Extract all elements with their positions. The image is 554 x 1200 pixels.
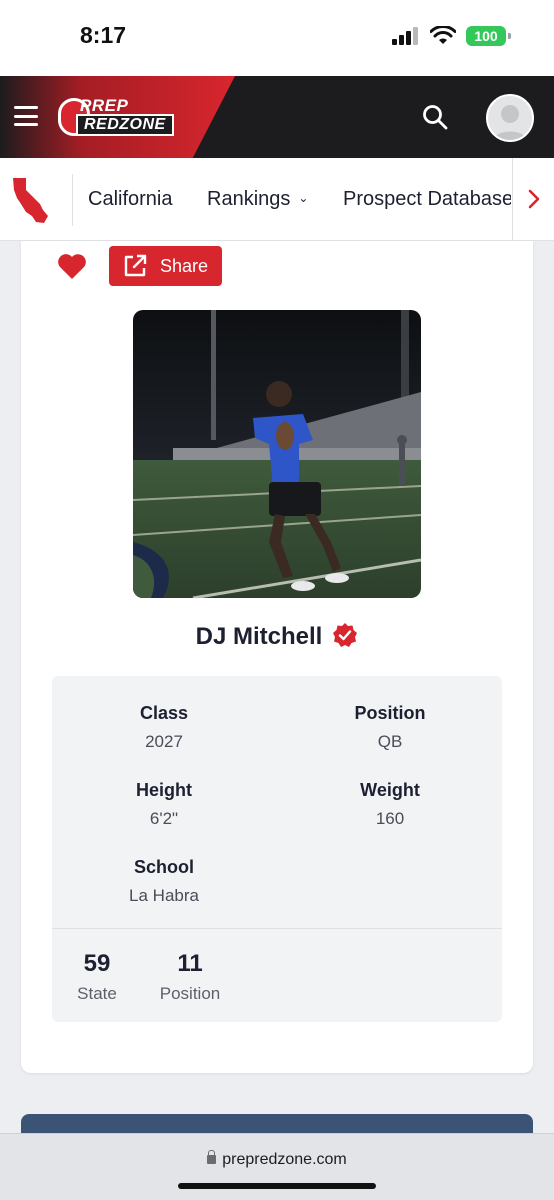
- player-photo: [133, 310, 421, 598]
- rank-label-position: Position: [159, 984, 221, 1003]
- stat-value-position: QB: [377, 732, 403, 751]
- url-display[interactable]: prepredzone.com: [0, 1150, 554, 1169]
- browser-address-bar[interactable]: prepredzone.com: [0, 1133, 554, 1200]
- verified-badge-icon: [333, 623, 358, 647]
- player-stats-panel: Class 2027 Position QB Height 6'2" Weigh…: [52, 676, 502, 1022]
- home-indicator[interactable]: [178, 1183, 376, 1189]
- external-share-icon: [124, 254, 147, 277]
- stat-label-height: Height: [136, 780, 192, 800]
- stats-divider: [52, 928, 502, 929]
- stat-value-school[interactable]: La Habra: [74, 886, 254, 906]
- nav-item-rankings-label: Rankings: [207, 188, 291, 210]
- stat-value-weight: 160: [375, 809, 405, 828]
- prep-redzone-logo[interactable]: PREP REDZONE: [58, 96, 180, 138]
- stat-label-position: Position: [354, 703, 426, 723]
- share-button[interactable]: Share: [109, 246, 222, 286]
- nav-scroll-right-button[interactable]: [512, 158, 554, 240]
- chevron-right-icon: [528, 189, 539, 209]
- stat-label-weight: Weight: [360, 780, 420, 800]
- logo-text-prep: PREP: [80, 96, 129, 115]
- url-text: prepredzone.com: [222, 1151, 347, 1168]
- nav-item-prospect-database[interactable]: Prospect Database: [343, 188, 511, 211]
- search-icon[interactable]: [421, 103, 449, 131]
- nav-item-california[interactable]: California: [88, 188, 172, 211]
- status-bar: 8:17 100: [0, 0, 554, 76]
- status-indicators: 100: [392, 26, 511, 46]
- status-time: 8:17: [80, 22, 127, 48]
- heart-icon[interactable]: [57, 252, 87, 280]
- battery-indicator: 100: [466, 26, 511, 46]
- site-header: PREP REDZONE: [0, 76, 554, 158]
- cellular-signal-icon: [392, 27, 418, 45]
- user-avatar-icon[interactable]: [486, 94, 534, 142]
- menu-icon[interactable]: [14, 106, 38, 126]
- stat-value-height: 6'2": [149, 809, 179, 828]
- california-map-icon[interactable]: [10, 176, 52, 224]
- wifi-icon: [430, 26, 456, 44]
- stat-label-school: School: [133, 857, 194, 877]
- chevron-down-icon: ⌄: [298, 191, 309, 205]
- nav-divider: [72, 174, 73, 226]
- rank-label-state: State: [77, 984, 117, 1003]
- stat-label-class: Class: [139, 703, 189, 723]
- player-name-text: DJ Mitchell: [195, 623, 323, 650]
- logo-text-redzone: REDZONE: [76, 114, 174, 136]
- nav-item-rankings[interactable]: Rankings ⌄: [207, 188, 308, 211]
- rank-number-state[interactable]: 59: [52, 950, 142, 978]
- stat-value-class: 2027: [145, 732, 183, 751]
- rank-number-position[interactable]: 11: [145, 950, 235, 978]
- lock-icon: [207, 1150, 217, 1164]
- player-name: DJ Mitchell: [0, 622, 554, 651]
- share-button-label: Share: [160, 255, 209, 276]
